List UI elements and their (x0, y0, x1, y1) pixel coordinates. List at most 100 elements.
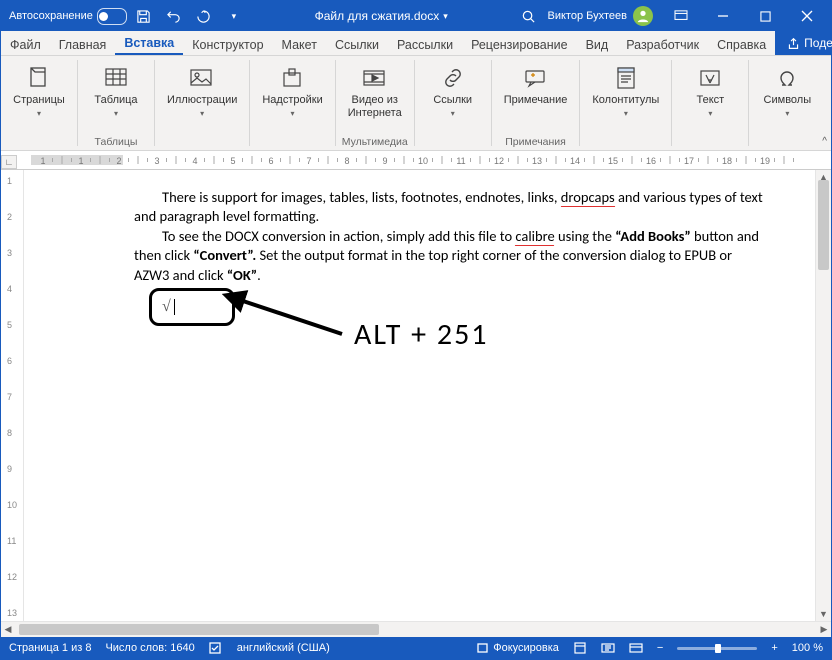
vertical-scrollbar[interactable]: ▲ ▼ (815, 170, 831, 621)
addins-button[interactable]: Надстройки▾ (254, 60, 330, 123)
comment-button[interactable]: Примечание (496, 60, 576, 111)
status-wordcount[interactable]: Число слов: 1640 (105, 642, 194, 654)
tab-view[interactable]: Вид (577, 34, 618, 55)
svg-text:8: 8 (344, 156, 349, 166)
illustrations-icon (188, 64, 216, 92)
horizontal-ruler[interactable]: ∟ 112345678910111213141516171819 (1, 151, 831, 170)
zoom-level[interactable]: 100 % (792, 642, 823, 654)
zoom-out-button[interactable]: − (657, 642, 663, 654)
chevron-down-icon: ▾ (785, 109, 789, 118)
status-language[interactable]: английский (США) (237, 642, 330, 654)
chevron-down-icon: ▾ (114, 109, 118, 118)
tab-developer[interactable]: Разработчик (617, 34, 708, 55)
tab-insert[interactable]: Вставка (115, 32, 183, 55)
undo-button[interactable] (161, 3, 187, 29)
tab-help[interactable]: Справка (708, 34, 775, 55)
ribbon-display-icon (674, 10, 688, 22)
svg-text:7: 7 (306, 156, 311, 166)
tab-file[interactable]: Файл (1, 34, 50, 55)
link-icon (439, 64, 467, 92)
view-read-mode[interactable] (601, 642, 615, 654)
customize-qat-button[interactable]: ▾ (221, 3, 247, 29)
video-icon (361, 64, 389, 92)
links-button[interactable]: Ссылки▾ (419, 60, 487, 123)
textbox-icon (696, 64, 724, 92)
maximize-button[interactable] (745, 1, 785, 31)
filename-label: Файл для сжатия.docx (315, 9, 440, 23)
ribbon-group-tables: Таблица▾ Таблицы (78, 56, 154, 150)
user-name: Виктор Бухтеев (548, 10, 627, 22)
title-bar: Автосохранение ▾ Файл для сжатия.docx ▾ … (1, 1, 831, 31)
ribbon: Страницы▾ Таблица▾ Таблицы Иллюстрации▾ (1, 56, 831, 151)
ribbon-group-symbols: Символы▾ (749, 56, 825, 150)
share-button[interactable]: Поделиться (775, 31, 832, 55)
scroll-thumb[interactable] (19, 624, 379, 635)
chevron-down-icon[interactable]: ▾ (443, 11, 448, 22)
svg-text:14: 14 (570, 156, 580, 166)
comment-icon (522, 64, 550, 92)
search-icon (521, 9, 536, 24)
svg-text:1: 1 (78, 156, 83, 166)
svg-text:9: 9 (382, 156, 387, 166)
tab-layout[interactable]: Макет (273, 34, 326, 55)
zoom-slider[interactable] (677, 647, 757, 650)
close-button[interactable] (787, 1, 827, 31)
search-button[interactable] (516, 3, 542, 29)
svg-text:16: 16 (646, 156, 656, 166)
collapse-ribbon-button[interactable]: ^ (822, 136, 827, 147)
autosave-toggle[interactable]: Автосохранение (9, 8, 127, 25)
share-label: Поделиться (804, 36, 832, 50)
chevron-down-icon: ▾ (200, 109, 204, 118)
sqrt-symbol: √ (162, 298, 171, 316)
tab-design[interactable]: Конструктор (183, 34, 272, 55)
svg-text:11: 11 (456, 156, 465, 166)
save-button[interactable] (131, 3, 157, 29)
vertical-ruler[interactable]: 12345678910111213 (1, 170, 24, 621)
ribbon-group-links: Ссылки▾ (415, 56, 491, 150)
read-mode-icon (601, 642, 615, 654)
horizontal-scrollbar[interactable]: ◀ ▶ (1, 621, 831, 637)
view-print-layout[interactable] (573, 642, 587, 654)
tab-mailings[interactable]: Рассылки (388, 34, 462, 55)
status-focus[interactable]: Фокусировка (476, 642, 559, 654)
illustrations-button[interactable]: Иллюстрации▾ (159, 60, 245, 123)
tab-references[interactable]: Ссылки (326, 34, 388, 55)
table-button[interactable]: Таблица▾ (82, 60, 150, 123)
account-button[interactable]: Виктор Бухтеев (542, 6, 659, 26)
group-label-media: Мультимедиа (340, 136, 410, 150)
online-video-button[interactable]: Видео изИнтернета (340, 60, 410, 123)
print-layout-icon (573, 642, 587, 654)
ribbon-display-button[interactable] (661, 1, 701, 31)
work-area: 12345678910111213 There is support for i… (1, 170, 831, 621)
text-button[interactable]: Текст▾ (676, 60, 744, 123)
chevron-down-icon: ▾ (624, 109, 628, 118)
status-bar: Страница 1 из 8 Число слов: 1640 английс… (1, 637, 831, 659)
ribbon-group-comments: Примечание Примечания (492, 56, 580, 150)
scroll-right-icon[interactable]: ▶ (817, 624, 831, 635)
tab-review[interactable]: Рецензирование (462, 34, 577, 55)
document-canvas[interactable]: There is support for images, tables, lis… (24, 170, 815, 621)
tab-home[interactable]: Главная (50, 34, 116, 55)
web-layout-icon (629, 642, 643, 654)
svg-text:10: 10 (418, 156, 428, 166)
status-proofing[interactable] (209, 642, 223, 654)
view-web-layout[interactable] (629, 642, 643, 654)
svg-text:5: 5 (230, 156, 235, 166)
scroll-left-icon[interactable]: ◀ (1, 624, 15, 635)
status-page[interactable]: Страница 1 из 8 (9, 642, 91, 654)
ribbon-group-headerfooter: Колонтитулы▾ (580, 56, 671, 150)
scroll-down-icon[interactable]: ▼ (816, 607, 831, 621)
symbols-button[interactable]: Символы▾ (753, 60, 821, 123)
zoom-in-button[interactable]: + (771, 642, 777, 654)
scroll-thumb[interactable] (818, 180, 829, 270)
headerfooter-button[interactable]: Колонтитулы▾ (584, 60, 667, 123)
document-text[interactable]: There is support for images, tables, lis… (44, 176, 803, 285)
avatar-icon (633, 6, 653, 26)
proofing-icon (209, 642, 223, 654)
chevron-down-icon: ▾ (232, 11, 237, 22)
chevron-down-icon: ▾ (708, 109, 712, 118)
redo-button[interactable] (191, 3, 217, 29)
minimize-button[interactable] (703, 1, 743, 31)
pages-button[interactable]: Страницы▾ (5, 60, 73, 123)
svg-text:3: 3 (154, 156, 159, 166)
